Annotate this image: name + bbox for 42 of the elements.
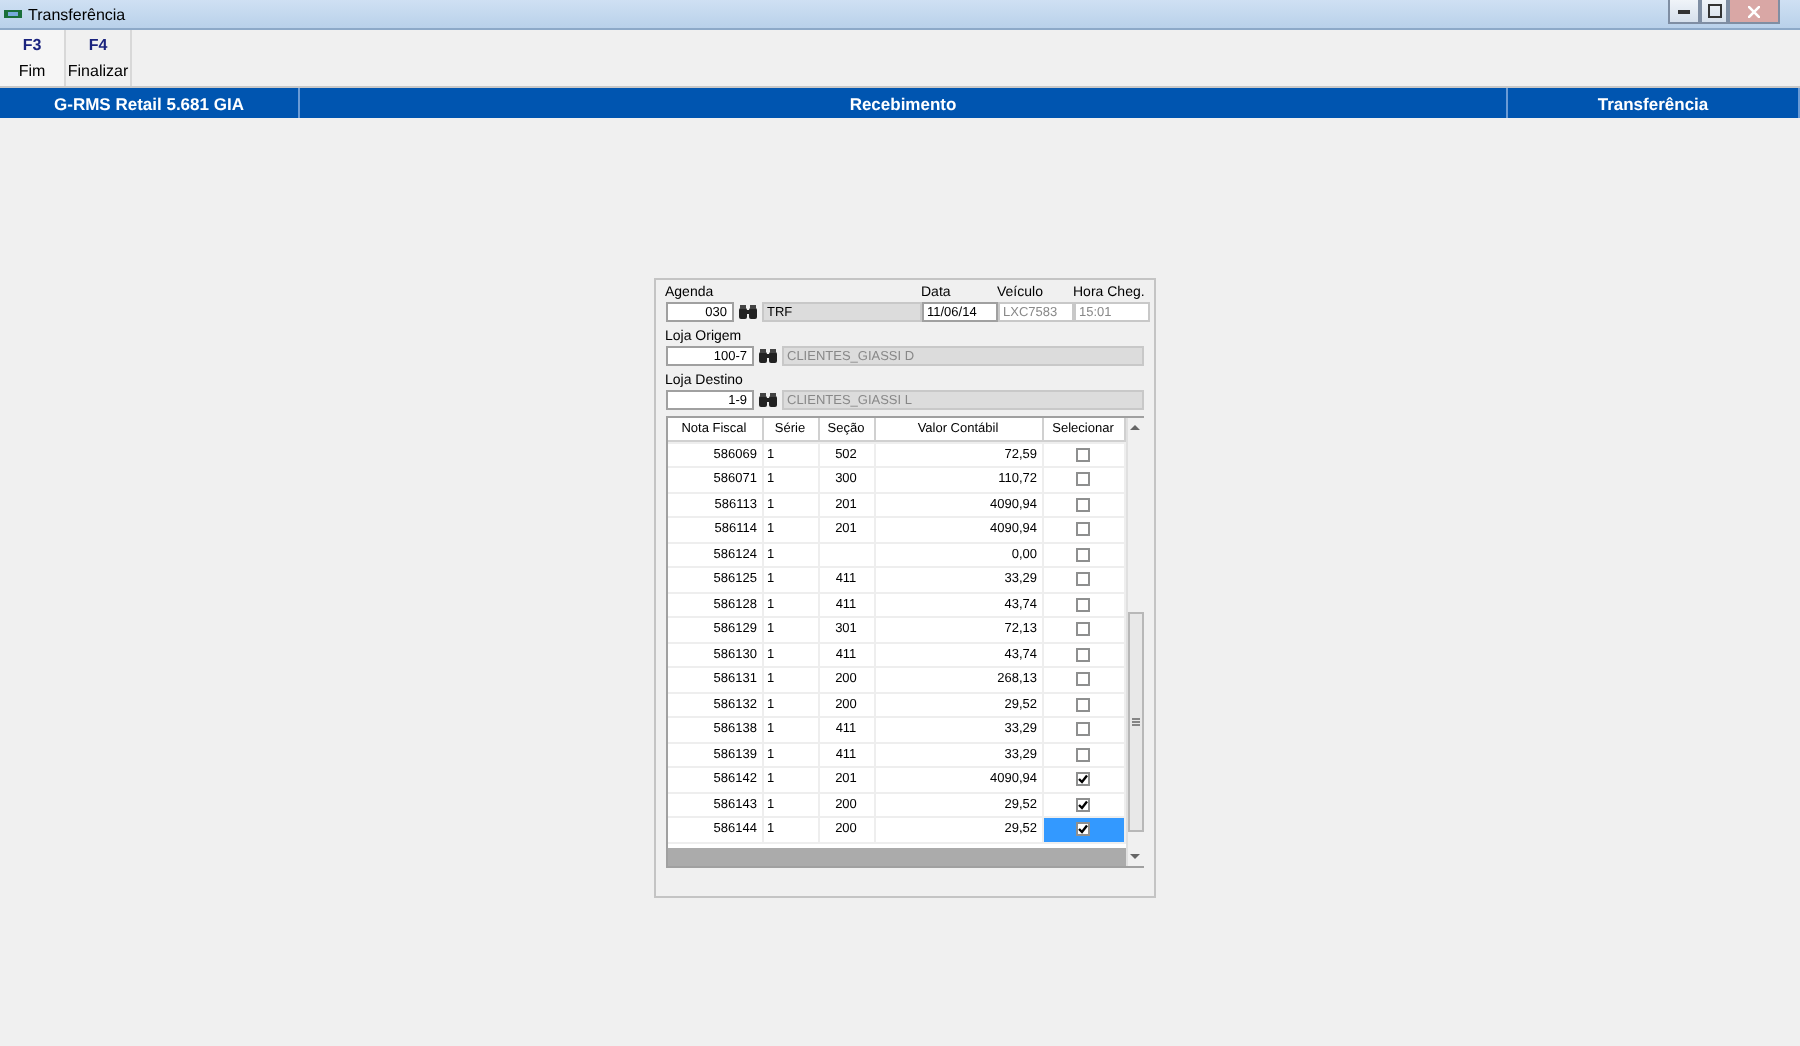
select-cell[interactable] xyxy=(1043,518,1125,541)
select-cell[interactable] xyxy=(1043,668,1125,691)
select-cell[interactable] xyxy=(1043,818,1125,841)
scroll-up-icon[interactable] xyxy=(1130,424,1140,432)
checkbox[interactable] xyxy=(1076,647,1090,662)
checkbox[interactable] xyxy=(1076,822,1090,837)
maximize-button[interactable] xyxy=(1700,0,1728,24)
select-cell[interactable] xyxy=(1043,468,1125,491)
close-icon xyxy=(1748,5,1760,17)
checkbox[interactable] xyxy=(1076,672,1090,687)
checkbox[interactable] xyxy=(1076,572,1090,587)
checkbox[interactable] xyxy=(1076,447,1090,462)
checkbox[interactable] xyxy=(1076,697,1090,712)
select-cell[interactable] xyxy=(1043,568,1125,591)
select-cell[interactable] xyxy=(1043,618,1125,641)
status-cell: Transferência xyxy=(1508,88,1800,118)
binoculars-icon[interactable] xyxy=(757,348,777,364)
grip-icon xyxy=(1131,718,1139,726)
function-key-button[interactable]: F4 Finalizar xyxy=(66,30,132,86)
checkbox[interactable] xyxy=(1076,497,1090,512)
select-cell[interactable] xyxy=(1043,718,1125,741)
minimize-icon xyxy=(1678,9,1690,13)
scroll-down-icon[interactable] xyxy=(1130,852,1140,860)
checkbox[interactable] xyxy=(1076,522,1090,537)
app-icon xyxy=(4,8,22,20)
checkbox[interactable] xyxy=(1076,472,1090,487)
maximize-icon xyxy=(1707,4,1721,18)
status-cell: Recebimento xyxy=(300,88,1508,118)
checkbox[interactable] xyxy=(1076,772,1090,787)
minimize-button[interactable] xyxy=(1668,0,1700,24)
checkbox[interactable] xyxy=(1076,747,1090,762)
checkbox[interactable] xyxy=(1076,547,1090,562)
window-title: Transferência xyxy=(28,5,126,23)
checkbox[interactable] xyxy=(1076,597,1090,612)
checkbox[interactable] xyxy=(1076,622,1090,637)
checkbox[interactable] xyxy=(1076,797,1090,812)
binoculars-icon[interactable] xyxy=(757,392,777,408)
select-cell[interactable] xyxy=(1043,768,1125,791)
status-cell: G-RMS Retail 5.681 GIA xyxy=(0,88,300,118)
function-key-button[interactable]: F3 Fim xyxy=(0,30,66,86)
checkbox[interactable] xyxy=(1076,722,1090,737)
binoculars-icon[interactable] xyxy=(737,304,757,320)
